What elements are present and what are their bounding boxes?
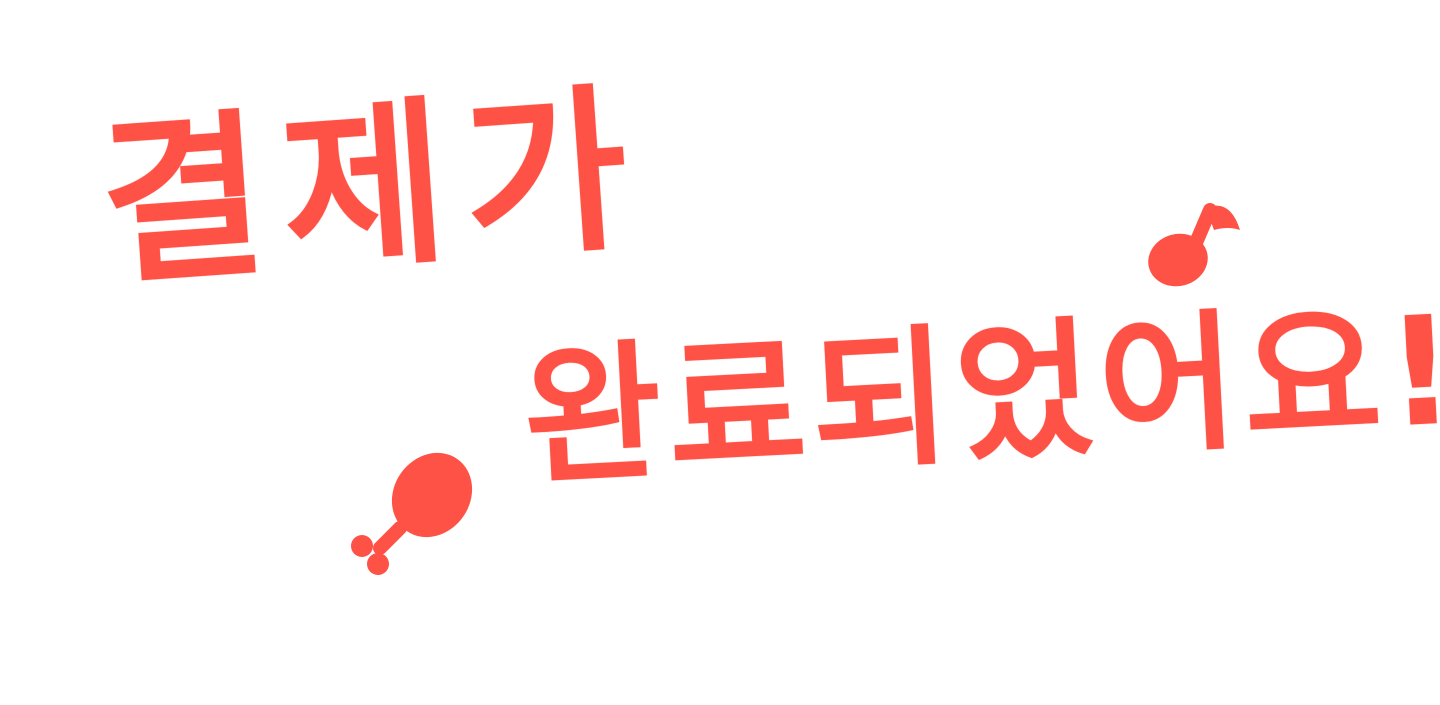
message-line-1: 결제가: [93, 64, 653, 310]
message-line-2: 완료되었어요!: [519, 283, 1440, 507]
payment-complete-illustration: 결제가 완료되었어요!: [0, 0, 1440, 705]
music-note-icon: [1148, 203, 1240, 287]
drumstick-icon: [351, 452, 473, 575]
